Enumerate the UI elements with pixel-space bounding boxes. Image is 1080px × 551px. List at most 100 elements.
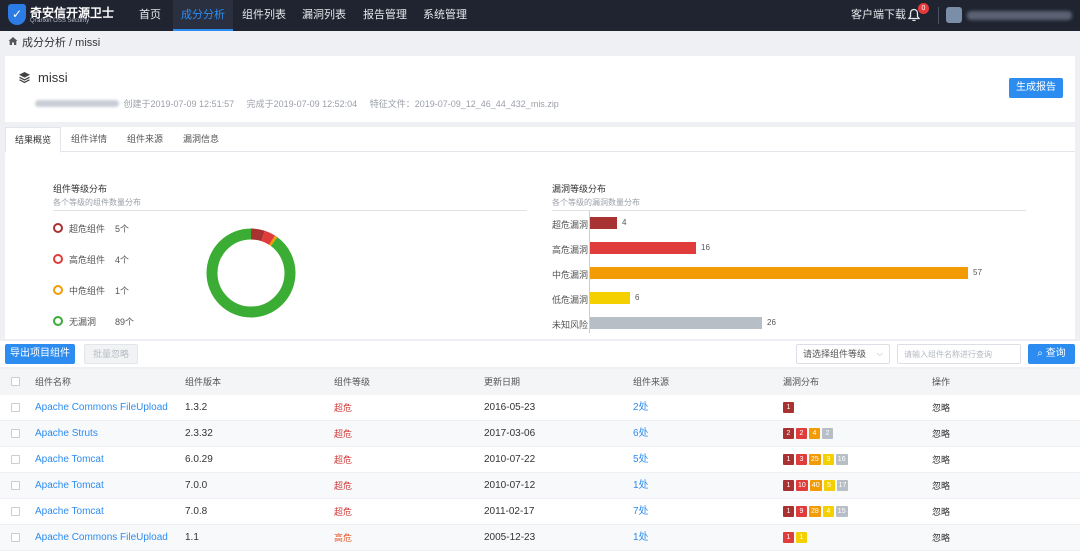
tab-component-details[interactable]: 组件详情 [61,127,117,152]
client-download-link[interactable]: 客户端下载 [851,0,906,31]
component-name-link[interactable]: Apache Commons FileUpload [35,525,168,551]
query-button[interactable]: ⌕ 查询 [1028,344,1075,364]
component-dist-subtitle: 各个等级的组件数量分布 [53,198,141,207]
vuln-count-badge[interactable]: 2 [783,428,794,439]
home-icon[interactable] [8,36,18,46]
ignore-action[interactable]: 忽略 [932,395,950,421]
row-checkbox[interactable] [11,429,20,438]
vuln-bar[interactable] [590,267,968,279]
row-checkbox[interactable] [11,481,20,490]
ignore-action[interactable]: 忽略 [932,525,950,551]
vuln-count-badge[interactable]: 5 [823,480,835,491]
vuln-count-badge[interactable]: 28 [809,506,821,517]
header-component-source[interactable]: 组件来源 [633,369,669,395]
ignore-action[interactable]: 忽略 [932,473,950,499]
vuln-count-badge[interactable]: 1 [783,402,794,413]
tab-results-overview[interactable]: 结果概览 [5,127,61,153]
vuln-count-badge[interactable]: 15 [835,506,848,517]
vuln-count-badge[interactable]: 1 [783,506,794,517]
vuln-count-badge[interactable]: 2 [822,428,833,439]
layers-icon [19,72,30,84]
component-search-input[interactable] [897,344,1021,364]
breadcrumb: 成分分析 / missi [0,31,1080,51]
vuln-count-badge[interactable]: 1 [783,454,794,465]
component-level-select[interactable]: 请选择组件等级 ⌵ [796,344,890,364]
nav-report-management[interactable]: 报告管理 [355,0,415,31]
vuln-count-badge[interactable]: 1 [796,532,807,543]
select-all-checkbox[interactable] [11,377,20,386]
vuln-count-badge[interactable]: 3 [796,454,807,465]
vuln-count-badge[interactable]: 3 [822,454,834,465]
user-account-redacted[interactable] [967,11,1072,20]
row-checkbox[interactable] [11,403,20,412]
component-level: 超危 [334,507,353,517]
row-checkbox[interactable] [11,533,20,542]
component-source-link[interactable]: 7处 [633,499,649,525]
vuln-count-badge[interactable]: 10 [796,480,808,491]
component-source-link[interactable]: 2处 [633,395,649,421]
vuln-bar-label: 超危漏洞 [552,220,589,230]
vuln-count-badge[interactable]: 1 [783,480,794,491]
generate-report-button[interactable]: 生成报告 [1009,78,1063,98]
component-source-link[interactable]: 5处 [633,447,649,473]
component-level: 超危 [334,429,353,439]
nav-vulnerability-list[interactable]: 漏洞列表 [294,0,354,31]
vuln-count-badge[interactable]: 16 [835,454,848,465]
vuln-count-badge[interactable]: 25 [809,454,821,465]
export-components-button[interactable]: 导出项目组件 [5,344,75,364]
ignore-action[interactable]: 忽略 [932,499,950,525]
component-dist-divider [53,210,527,211]
vuln-bar[interactable] [590,217,617,229]
vuln-distribution: 1 [783,402,796,414]
legend-count: 5个 [115,224,130,234]
component-name-link[interactable]: Apache Tomcat [35,499,104,525]
header-component-name[interactable]: 组件名称 [35,369,71,395]
update-date: 2005-12-23 [484,532,536,543]
component-name-link[interactable]: Apache Tomcat [35,447,104,473]
nav-component-list[interactable]: 组件列表 [234,0,294,31]
legend-ring-icon [53,254,63,264]
vuln-bar-value: 26 [767,318,776,327]
nav-divider [938,7,939,24]
nav-home[interactable]: 首页 [126,0,174,31]
vuln-distribution: 1 9 28 4 15 [783,506,850,518]
avatar[interactable] [946,7,962,23]
component-name-link[interactable]: Apache Commons FileUpload [35,395,168,421]
ignore-action[interactable]: 忽略 [932,421,950,447]
legend-label: 中危组件 [69,286,106,296]
component-source-link[interactable]: 1处 [633,473,649,499]
owner-email-redacted [35,100,119,107]
vuln-bar[interactable] [590,317,762,329]
vuln-bar[interactable] [590,242,696,254]
header-update-date[interactable]: 更新日期 [484,369,520,395]
vuln-count-badge[interactable]: 2 [796,428,807,439]
nav-composition-analysis[interactable]: 成分分析 [173,0,233,31]
project-header: missi 创建于2019-07-09 12:51:57 完成于2019-07-… [5,56,1075,122]
row-checkbox[interactable] [11,455,20,464]
tab-component-source[interactable]: 组件来源 [117,127,173,152]
nav-system-management[interactable]: 系统管理 [415,0,475,31]
component-level: 超危 [334,481,353,491]
vuln-bar[interactable] [590,292,630,304]
header-component-version[interactable]: 组件版本 [185,369,221,395]
tab-vulnerability-info[interactable]: 漏洞信息 [173,127,229,152]
vuln-count-badge[interactable]: 4 [809,428,820,439]
vuln-count-badge[interactable]: 9 [796,506,807,517]
component-name-link[interactable]: Apache Struts [35,421,98,447]
legend-ring-icon [53,316,63,326]
vuln-count-badge[interactable]: 40 [809,480,822,491]
completed-time: 完成于2019-07-09 12:52:04 [246,99,358,109]
component-source-link[interactable]: 6处 [633,421,649,447]
batch-ignore-button[interactable]: 批量忽略 [84,344,138,364]
vuln-count-badge[interactable]: 1 [783,532,794,543]
top-nav: ✓ 奇安信开源卫士 Qi'anxin OSS Security 首页 成分分析 … [0,0,1080,31]
component-source-link[interactable]: 1处 [633,525,649,551]
logo[interactable]: ✓ 奇安信开源卫士 Qi'anxin OSS Security [8,3,114,29]
row-checkbox[interactable] [11,507,20,516]
donut-slice[interactable] [206,228,296,318]
ignore-action[interactable]: 忽略 [932,447,950,473]
component-name-link[interactable]: Apache Tomcat [35,473,104,499]
header-component-level[interactable]: 组件等级 [334,369,370,395]
vuln-count-badge[interactable]: 4 [822,506,834,517]
vuln-count-badge[interactable]: 17 [836,480,849,491]
